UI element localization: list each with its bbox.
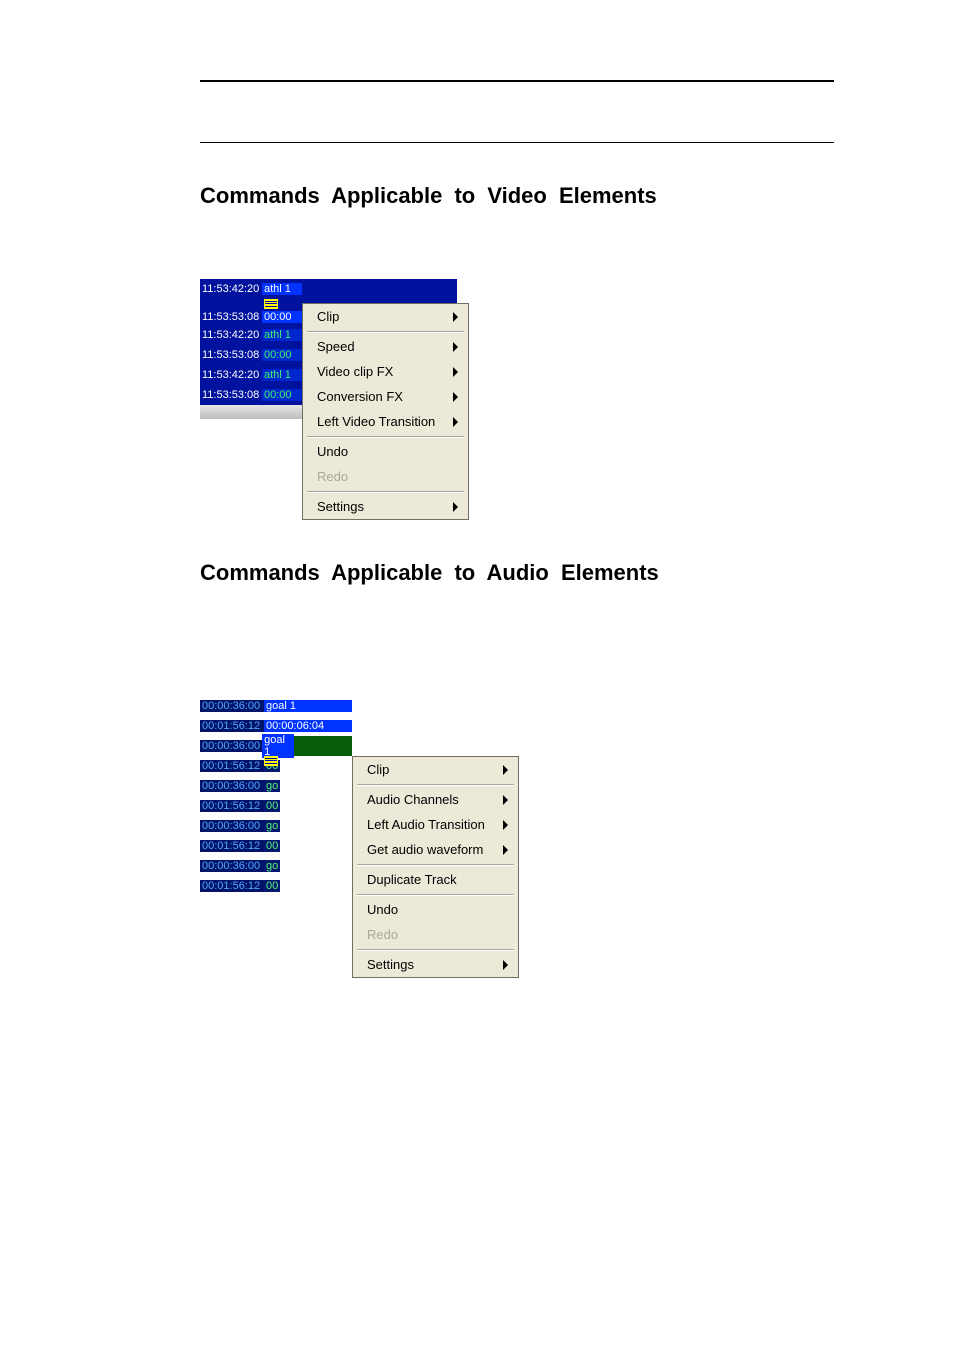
header-rule-thick <box>200 80 834 82</box>
heading-audio: Commands Applicable to Audio Elements <box>200 560 834 586</box>
timecode: 00:01:56:12 <box>200 760 264 772</box>
submenu-arrow-icon <box>503 795 508 805</box>
menu-undo[interactable]: Undo <box>353 897 518 922</box>
clip-label: go <box>264 780 280 792</box>
menu-label: Conversion FX <box>317 389 403 404</box>
submenu-arrow-icon <box>453 392 458 402</box>
menu-separator <box>357 864 514 865</box>
timecode: 00:00:36:00 <box>200 780 264 792</box>
heading-video: Commands Applicable to Video Elements <box>200 183 834 209</box>
timecode: 11:53:42:20 <box>200 369 262 381</box>
clip-label: 00 <box>264 800 280 812</box>
menu-duplicate-track[interactable]: Duplicate Track <box>353 867 518 892</box>
submenu-arrow-icon <box>453 367 458 377</box>
menu-separator <box>307 436 464 437</box>
video-context-menu: Clip Speed Video clip FX Conversion FX L… <box>302 303 469 520</box>
clip-label: 00:00:06:04 <box>264 720 352 732</box>
menu-selection-bar <box>302 279 457 303</box>
menu-separator <box>357 949 514 950</box>
menu-label: Settings <box>317 499 364 514</box>
submenu-arrow-icon <box>453 502 458 512</box>
submenu-arrow-icon <box>503 960 508 970</box>
timecode: 11:53:53:08 <box>200 349 262 361</box>
clip-label: go <box>264 820 280 832</box>
timecode: 00:01:56:12 <box>200 880 264 892</box>
waveform-block <box>294 736 352 756</box>
menu-redo: Redo <box>353 922 518 947</box>
timecode: 11:53:42:20 <box>200 283 262 295</box>
timecode: 00:01:56:12 <box>200 720 264 732</box>
menu-label: Redo <box>367 927 398 942</box>
audio-context-menu: Clip Audio Channels Left Audio Transitio… <box>352 756 519 978</box>
menu-label: Clip <box>317 309 339 324</box>
menu-separator <box>307 331 464 332</box>
header-rule-thin <box>200 142 834 143</box>
timecode: 00:01:56:12 <box>200 800 264 812</box>
menu-video-clip-fx[interactable]: Video clip FX <box>303 359 468 384</box>
video-example: 11:53:42:20athl 1 11:53:53:0800:00 11:53… <box>200 279 834 520</box>
timecode: 11:53:53:08 <box>200 389 262 401</box>
clip-label: athl 1 <box>262 329 302 341</box>
timecode: 00:00:36:00 <box>200 740 262 752</box>
timecode: 11:53:42:20 <box>200 329 262 341</box>
timecode: 11:53:53:08 <box>200 311 262 323</box>
audio-example: 00:00:36:00goal 1 00:01:56:1200:00:06:04… <box>200 696 834 978</box>
menu-label: Clip <box>367 762 389 777</box>
drag-handle-icon[interactable] <box>264 299 278 309</box>
timeline-footer <box>200 405 302 419</box>
audio-timeline: 00:00:36:00goal 1 00:01:56:1200:00:06:04… <box>200 696 352 896</box>
menu-label: Undo <box>367 902 398 917</box>
menu-speed[interactable]: Speed <box>303 334 468 359</box>
menu-settings[interactable]: Settings <box>303 494 468 519</box>
clip-label: go <box>264 860 280 872</box>
timecode: 00:00:36:00 <box>200 820 264 832</box>
menu-label: Audio Channels <box>367 792 459 807</box>
drag-handle-icon[interactable] <box>264 756 278 766</box>
menu-redo: Redo <box>303 464 468 489</box>
menu-left-audio-transition[interactable]: Left Audio Transition <box>353 812 518 837</box>
menu-clip[interactable]: Clip <box>353 757 518 782</box>
menu-label: Get audio waveform <box>367 842 483 857</box>
menu-label: Undo <box>317 444 348 459</box>
submenu-arrow-icon <box>503 845 508 855</box>
submenu-arrow-icon <box>453 342 458 352</box>
clip-label: goal 1 <box>262 734 294 758</box>
video-menu-block: Clip Speed Video clip FX Conversion FX L… <box>302 279 469 520</box>
menu-label: Video clip FX <box>317 364 393 379</box>
timecode: 00:00:36:00 <box>200 860 264 872</box>
submenu-arrow-icon <box>453 312 458 322</box>
menu-undo[interactable]: Undo <box>303 439 468 464</box>
submenu-arrow-icon <box>453 417 458 427</box>
menu-settings[interactable]: Settings <box>353 952 518 977</box>
clip-label: 00:00 <box>262 349 302 361</box>
clip-label: 00:00 <box>262 311 302 323</box>
clip-label: 00:00 <box>262 389 302 401</box>
menu-get-audio-waveform[interactable]: Get audio waveform <box>353 837 518 862</box>
menu-left-video-transition[interactable]: Left Video Transition <box>303 409 468 434</box>
timecode: 00:01:56:12 <box>200 840 264 852</box>
menu-separator <box>357 894 514 895</box>
timecode: 00:00:36:00 <box>200 700 264 712</box>
menu-clip[interactable]: Clip <box>303 304 468 329</box>
menu-separator <box>357 784 514 785</box>
submenu-arrow-icon <box>503 820 508 830</box>
menu-conversion-fx[interactable]: Conversion FX <box>303 384 468 409</box>
menu-label: Left Video Transition <box>317 414 435 429</box>
menu-label: Redo <box>317 469 348 484</box>
menu-separator <box>307 491 464 492</box>
menu-audio-channels[interactable]: Audio Channels <box>353 787 518 812</box>
clip-label: goal 1 <box>264 700 352 712</box>
submenu-arrow-icon <box>503 765 508 775</box>
menu-label: Duplicate Track <box>367 872 457 887</box>
video-timeline: 11:53:42:20athl 1 11:53:53:0800:00 11:53… <box>200 279 302 520</box>
menu-label: Settings <box>367 957 414 972</box>
menu-label: Left Audio Transition <box>367 817 485 832</box>
clip-label: 00 <box>264 880 280 892</box>
menu-label: Speed <box>317 339 355 354</box>
clip-label: athl 1 <box>262 369 302 381</box>
clip-label: athl 1 <box>262 283 302 295</box>
clip-label: 00 <box>264 840 280 852</box>
